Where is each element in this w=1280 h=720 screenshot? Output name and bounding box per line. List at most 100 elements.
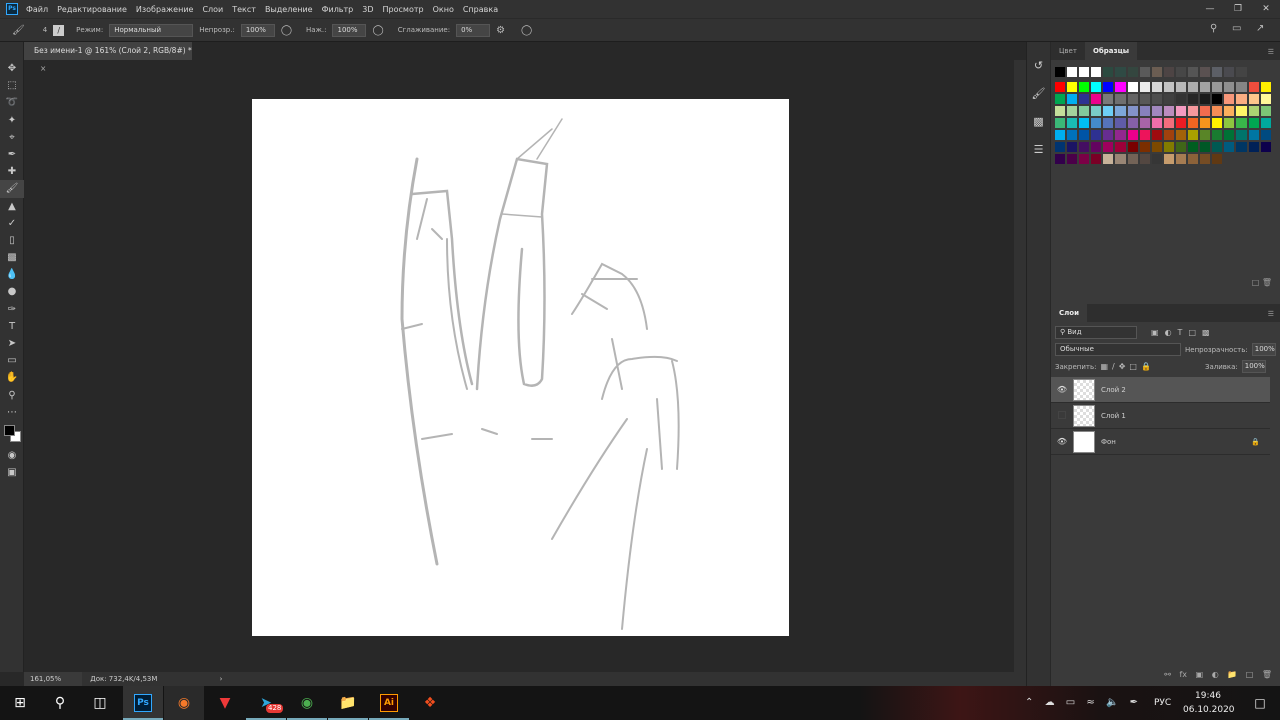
swatch[interactable] xyxy=(1102,105,1115,117)
adjustment-layer-icon[interactable]: ◐ xyxy=(1212,670,1219,679)
more-tools-icon[interactable]: ⋯ xyxy=(0,404,24,421)
eraser-icon[interactable]: ▯ xyxy=(0,232,24,249)
gradient-icon[interactable]: ▩ xyxy=(0,249,24,266)
menu-layers[interactable]: Слои xyxy=(202,5,223,14)
magic-wand-icon[interactable]: ✦ xyxy=(0,112,24,129)
swatch[interactable] xyxy=(1247,141,1260,153)
lasso-tool-icon[interactable]: ➰ xyxy=(0,94,24,111)
swatch[interactable] xyxy=(1066,93,1079,105)
taskbar-figma-icon[interactable]: ❖ xyxy=(410,686,450,720)
swatch[interactable] xyxy=(1199,141,1212,153)
swatch[interactable] xyxy=(1090,105,1103,117)
tab-swatches[interactable]: Образцы xyxy=(1084,42,1138,60)
swatch[interactable] xyxy=(1162,117,1175,129)
fill-input[interactable]: 100% xyxy=(1241,360,1266,373)
close-window-button[interactable]: ✕ xyxy=(1252,0,1280,18)
swatch[interactable] xyxy=(1211,66,1224,78)
swatch[interactable] xyxy=(1235,141,1248,153)
swatch[interactable] xyxy=(1174,153,1188,165)
swatch[interactable] xyxy=(1187,81,1200,93)
swatch[interactable] xyxy=(1126,66,1139,78)
swatch[interactable] xyxy=(1199,93,1212,105)
swatch[interactable] xyxy=(1066,81,1079,93)
swatch[interactable] xyxy=(1138,153,1151,165)
swatch[interactable] xyxy=(1174,105,1188,117)
status-arrow[interactable]: › xyxy=(220,675,223,683)
swatch[interactable] xyxy=(1090,153,1103,165)
swatch[interactable] xyxy=(1174,129,1188,141)
quick-mask-icon[interactable]: ◉ xyxy=(0,447,24,464)
swatch[interactable] xyxy=(1054,81,1067,93)
swatch[interactable] xyxy=(1259,141,1272,153)
swatch[interactable] xyxy=(1102,153,1115,165)
swatch[interactable] xyxy=(1211,141,1224,153)
swatch[interactable] xyxy=(1066,66,1079,78)
swatch[interactable] xyxy=(1138,141,1151,153)
filter-smart-icon[interactable]: ▩ xyxy=(1202,328,1210,337)
tab-layers[interactable]: Слои xyxy=(1051,304,1087,322)
search-icon[interactable]: ⚲ xyxy=(1210,23,1217,34)
brush-size[interactable]: 4 xyxy=(43,26,47,34)
swatch[interactable] xyxy=(1102,66,1115,78)
swatch[interactable] xyxy=(1199,105,1212,117)
menu-text[interactable]: Текст xyxy=(232,5,256,14)
mode-select[interactable]: Нормальный xyxy=(109,23,194,37)
swatch[interactable] xyxy=(1223,81,1236,93)
swatch[interactable] xyxy=(1138,129,1151,141)
taskbar-telegram-icon[interactable]: ➤ 428 xyxy=(246,686,286,720)
swatch[interactable] xyxy=(1090,141,1103,153)
new-group-icon[interactable]: 📁 xyxy=(1227,670,1237,679)
swatch[interactable] xyxy=(1138,93,1151,105)
swatch[interactable] xyxy=(1078,141,1091,153)
swatch[interactable] xyxy=(1162,141,1175,153)
brush-settings-icon[interactable]: 🖌 xyxy=(1027,80,1050,108)
path-select-icon[interactable]: ➤ xyxy=(0,335,24,352)
new-layer-icon[interactable]: □ xyxy=(1246,670,1254,679)
menu-help[interactable]: Справка xyxy=(463,5,498,14)
menu-select[interactable]: Выделение xyxy=(265,5,313,14)
swatch[interactable] xyxy=(1235,93,1248,105)
swatch[interactable] xyxy=(1054,93,1067,105)
swatch[interactable] xyxy=(1211,81,1224,93)
healing-brush-icon[interactable]: ✚ xyxy=(0,163,24,180)
swatch[interactable] xyxy=(1162,129,1175,141)
swatch[interactable] xyxy=(1054,153,1067,165)
swatch[interactable] xyxy=(1126,105,1139,117)
task-view-icon[interactable]: ◫ xyxy=(80,686,120,720)
add-mask-icon[interactable]: ▣ xyxy=(1196,670,1204,679)
panel-menu-icon[interactable]: ☰ xyxy=(1268,48,1274,56)
brush-icon[interactable]: 🖌 xyxy=(12,25,25,36)
swatch[interactable] xyxy=(1174,93,1188,105)
move-tool-icon[interactable]: ✥ xyxy=(0,60,24,77)
swatch[interactable] xyxy=(1126,141,1139,153)
visibility-eye-icon[interactable]: 👁 xyxy=(1051,385,1073,394)
maximize-button[interactable]: ❐ xyxy=(1224,0,1252,18)
swatch[interactable] xyxy=(1247,117,1260,129)
swatch[interactable] xyxy=(1235,129,1248,141)
swatch[interactable] xyxy=(1259,81,1272,93)
swatch[interactable] xyxy=(1211,93,1224,105)
swatch[interactable] xyxy=(1054,66,1067,78)
swatch[interactable] xyxy=(1126,81,1139,93)
swatch[interactable] xyxy=(1078,66,1091,78)
swatch[interactable] xyxy=(1247,105,1260,117)
zoom-tool-icon[interactable]: ⚲ xyxy=(0,387,24,404)
taskbar-illustrator[interactable]: Ai xyxy=(369,686,409,720)
search-taskbar-icon[interactable]: ⚲ xyxy=(40,686,80,720)
swatch[interactable] xyxy=(1126,153,1139,165)
brush-tool-icon[interactable]: 🖌 xyxy=(0,180,24,198)
crop-tool-icon[interactable]: ⌖ xyxy=(0,129,24,146)
lock-all-icon[interactable]: 🔒 xyxy=(1141,362,1151,371)
swatch[interactable] xyxy=(1187,93,1200,105)
workspace-icon[interactable]: ▭ xyxy=(1232,23,1241,34)
swatch[interactable] xyxy=(1199,81,1212,93)
swatch[interactable] xyxy=(1126,129,1139,141)
visibility-eye-icon[interactable]: 👁 xyxy=(1051,437,1073,446)
swatch[interactable] xyxy=(1114,105,1127,117)
swatch[interactable] xyxy=(1066,117,1079,129)
swatch[interactable] xyxy=(1066,153,1079,165)
swatch[interactable] xyxy=(1066,105,1079,117)
swatch[interactable] xyxy=(1162,66,1175,78)
windows-start-icon[interactable]: ⊞ xyxy=(0,686,40,720)
swatch[interactable] xyxy=(1078,117,1091,129)
